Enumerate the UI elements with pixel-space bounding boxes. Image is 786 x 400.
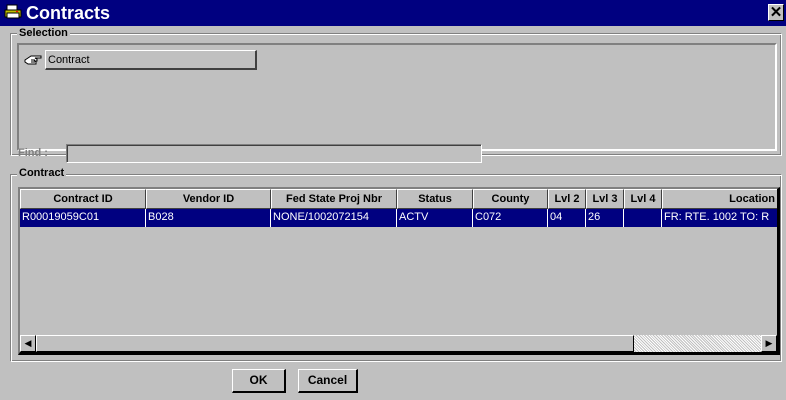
horizontal-scrollbar[interactable]: ◀ ▶ [20, 335, 777, 352]
column-header-lvl3[interactable]: Lvl 3 [586, 189, 624, 209]
column-header-fed-state-proj-nbr[interactable]: Fed State Proj Nbr [271, 189, 397, 209]
cancel-button[interactable]: Cancel [298, 369, 358, 393]
close-icon: ✕ [769, 4, 783, 21]
cell-lvl2: 04 [548, 209, 586, 227]
hand-pointer-icon [24, 55, 42, 65]
app-printer-icon [4, 4, 22, 19]
column-header-lvl4[interactable]: Lvl 4 [624, 189, 662, 209]
scroll-track-remaining[interactable] [634, 335, 761, 352]
column-header-vendor-id[interactable]: Vendor ID [146, 189, 271, 209]
cell-status: ACTV [397, 209, 473, 227]
grid-header: Contract ID Vendor ID Fed State Proj Nbr… [20, 189, 777, 209]
find-label: Find : [18, 147, 48, 159]
cell-location: FR: RTE. 1002 TO: R [662, 209, 777, 227]
column-header-location[interactable]: Location [662, 189, 777, 209]
window-title: Contracts [26, 3, 111, 23]
grid-body: R00019059C01 B028 NONE/1002072154 ACTV C… [20, 209, 777, 335]
contract-selection-button[interactable]: Contract [45, 50, 257, 70]
column-header-status[interactable]: Status [397, 189, 473, 209]
column-header-county[interactable]: County [473, 189, 548, 209]
cell-lvl3: 26 [586, 209, 624, 227]
chevron-left-icon: ◀ [24, 338, 32, 348]
selection-group-label: Selection [17, 27, 70, 39]
cell-county: C072 [473, 209, 548, 227]
cell-lvl4 [624, 209, 662, 227]
scroll-right-button[interactable]: ▶ [761, 335, 777, 352]
cell-contract-id: R00019059C01 [20, 209, 146, 227]
column-header-lvl2[interactable]: Lvl 2 [548, 189, 586, 209]
cell-fed-state-proj-nbr: NONE/1002072154 [271, 209, 397, 227]
cell-vendor-id: B028 [146, 209, 271, 227]
close-button[interactable]: ✕ [768, 4, 784, 21]
table-row[interactable]: R00019059C01 B028 NONE/1002072154 ACTV C… [20, 209, 777, 227]
find-input[interactable] [66, 144, 482, 163]
selection-panel: Contract [17, 43, 777, 151]
scroll-left-button[interactable]: ◀ [20, 335, 36, 352]
contract-grid: Contract ID Vendor ID Fed State Proj Nbr… [18, 187, 780, 355]
scroll-thumb[interactable] [36, 335, 634, 352]
column-header-contract-id[interactable]: Contract ID [20, 189, 146, 209]
chevron-right-icon: ▶ [765, 338, 773, 348]
contract-group-label: Contract [17, 167, 67, 179]
ok-button[interactable]: OK [232, 369, 286, 393]
title-bar: Contracts ✕ [0, 0, 786, 26]
